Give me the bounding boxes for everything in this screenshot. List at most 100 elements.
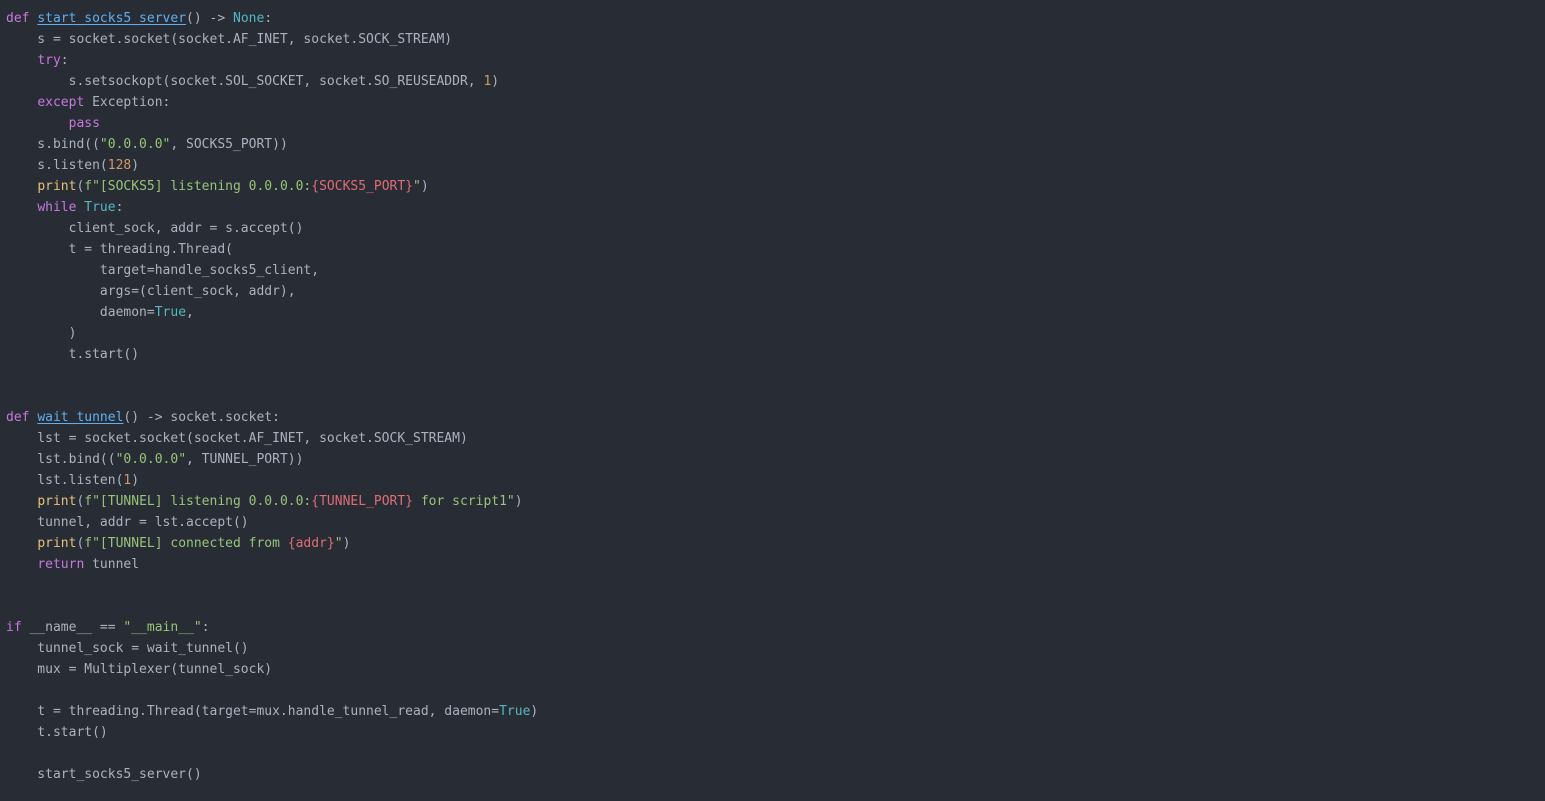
- function-name-token: wait_tunnel: [37, 410, 124, 425]
- code-text: client_sock, addr = s.accept(): [6, 221, 304, 236]
- code-line[interactable]: lst.listen(1): [6, 470, 538, 491]
- code-line[interactable]: t = threading.Thread(: [6, 239, 538, 260]
- code-text: start_socks5_server(): [6, 767, 202, 782]
- keyword-token: def: [6, 410, 30, 425]
- constant-token: True: [154, 305, 187, 320]
- code-text: daemon=: [6, 305, 155, 320]
- code-line[interactable]: pass: [6, 113, 538, 134]
- code-text: t.start(): [6, 347, 140, 362]
- code-line[interactable]: return tunnel: [6, 554, 538, 575]
- string-token: "0.0.0.0": [99, 137, 171, 152]
- code-line[interactable]: t.start(): [6, 344, 538, 365]
- code-text: t = threading.Thread(target=mux.handle_t…: [6, 704, 500, 719]
- code-text: t.start(): [6, 725, 108, 740]
- code-text: ): [131, 473, 140, 488]
- code-text: lst.listen(: [6, 473, 124, 488]
- code-line[interactable]: s.setsockopt(socket.SOL_SOCKET, socket.S…: [6, 71, 538, 92]
- code-line[interactable]: while True:: [6, 197, 538, 218]
- code-line[interactable]: s = socket.socket(socket.AF_INET, socket…: [6, 29, 538, 50]
- code-text: lst = socket.socket(socket.AF_INET, sock…: [6, 431, 468, 446]
- code-line[interactable]: start_socks5_server(): [6, 764, 538, 785]
- code-text: s.listen(: [6, 158, 108, 173]
- code-line[interactable]: lst = socket.socket(socket.AF_INET, sock…: [6, 428, 538, 449]
- constant-token: None: [233, 11, 265, 26]
- code-line[interactable]: ): [6, 323, 538, 344]
- code-text: __name__ ==: [21, 620, 124, 635]
- string-token: f"[TUNNEL] listening 0.0.0.0:: [84, 494, 312, 509]
- code-block[interactable]: def start_socks5_server() -> None: s = s…: [6, 8, 538, 785]
- builtin-token: print: [37, 536, 77, 551]
- string-token: "0.0.0.0": [115, 452, 187, 467]
- code-line[interactable]: [6, 596, 538, 617]
- code-line[interactable]: print(f"[SOCKS5] listening 0.0.0.0:{SOCK…: [6, 176, 538, 197]
- code-text: :: [264, 11, 273, 26]
- code-editor[interactable]: def start_socks5_server() -> None: s = s…: [0, 0, 1545, 801]
- code-text: () ->: [186, 11, 233, 26]
- code-text: tunnel: [84, 557, 140, 572]
- code-line[interactable]: s.listen(128): [6, 155, 538, 176]
- string-token: ": [334, 536, 343, 551]
- interpolation-token: {addr}: [287, 536, 335, 551]
- code-line[interactable]: s.bind(("0.0.0.0", SOCKS5_PORT)): [6, 134, 538, 155]
- code-text: s.setsockopt(socket.SOL_SOCKET, socket.S…: [6, 74, 484, 89]
- keyword-token: except: [37, 95, 85, 110]
- code-line[interactable]: tunnel_sock = wait_tunnel(): [6, 638, 538, 659]
- code-line[interactable]: tunnel, addr = lst.accept(): [6, 512, 538, 533]
- code-line[interactable]: [6, 365, 538, 386]
- code-line[interactable]: try:: [6, 50, 538, 71]
- code-text: ): [491, 74, 500, 89]
- code-line[interactable]: [6, 743, 538, 764]
- code-text: target=handle_socks5_client,: [6, 263, 320, 278]
- code-line[interactable]: [6, 386, 538, 407]
- code-line[interactable]: daemon=True,: [6, 302, 538, 323]
- keyword-token: try: [37, 53, 61, 68]
- code-text: ): [131, 158, 140, 173]
- builtin-token: print: [37, 494, 77, 509]
- keyword-token: def: [6, 11, 30, 26]
- code-line[interactable]: t.start(): [6, 722, 538, 743]
- code-text: ): [6, 326, 77, 341]
- keyword-token: return: [37, 557, 85, 572]
- string-token: "__main__": [123, 620, 202, 635]
- code-line[interactable]: [6, 575, 538, 596]
- code-line[interactable]: client_sock, addr = s.accept(): [6, 218, 538, 239]
- code-line[interactable]: [6, 680, 538, 701]
- code-line[interactable]: args=(client_sock, addr),: [6, 281, 538, 302]
- code-line[interactable]: print(f"[TUNNEL] connected from {addr}"): [6, 533, 538, 554]
- keyword-token: pass: [68, 116, 100, 131]
- code-text: tunnel_sock = wait_tunnel(): [6, 641, 249, 656]
- code-text: mux = Multiplexer(tunnel_sock): [6, 662, 273, 677]
- code-text: s.bind((: [6, 137, 100, 152]
- interpolation-token: {SOCKS5_PORT}: [311, 179, 414, 194]
- code-text: () -> socket.socket:: [123, 410, 280, 425]
- code-text: s = socket.socket(socket.AF_INET, socket…: [6, 32, 453, 47]
- code-text: ): [530, 704, 539, 719]
- code-line[interactable]: t = threading.Thread(target=mux.handle_t…: [6, 701, 538, 722]
- code-line[interactable]: def wait_tunnel() -> socket.socket:: [6, 407, 538, 428]
- code-line[interactable]: lst.bind(("0.0.0.0", TUNNEL_PORT)): [6, 449, 538, 470]
- code-line[interactable]: if __name__ == "__main__":: [6, 617, 538, 638]
- code-text: tunnel, addr = lst.accept(): [6, 515, 249, 530]
- string-token: ": [413, 179, 421, 194]
- code-line[interactable]: mux = Multiplexer(tunnel_sock): [6, 659, 538, 680]
- string-token: f"[TUNNEL] connected from: [84, 536, 288, 551]
- code-line[interactable]: print(f"[TUNNEL] listening 0.0.0.0:{TUNN…: [6, 491, 538, 512]
- code-text: :: [201, 620, 210, 635]
- code-line[interactable]: target=handle_socks5_client,: [6, 260, 538, 281]
- keyword-token: while: [37, 200, 77, 215]
- code-text: lst.bind((: [6, 452, 116, 467]
- code-text: Exception:: [84, 95, 171, 110]
- code-line[interactable]: except Exception:: [6, 92, 538, 113]
- code-text: t = threading.Thread(: [6, 242, 233, 257]
- code-text: ,: [186, 305, 194, 320]
- number-token: 128: [107, 158, 132, 173]
- code-line[interactable]: def start_socks5_server() -> None:: [6, 8, 538, 29]
